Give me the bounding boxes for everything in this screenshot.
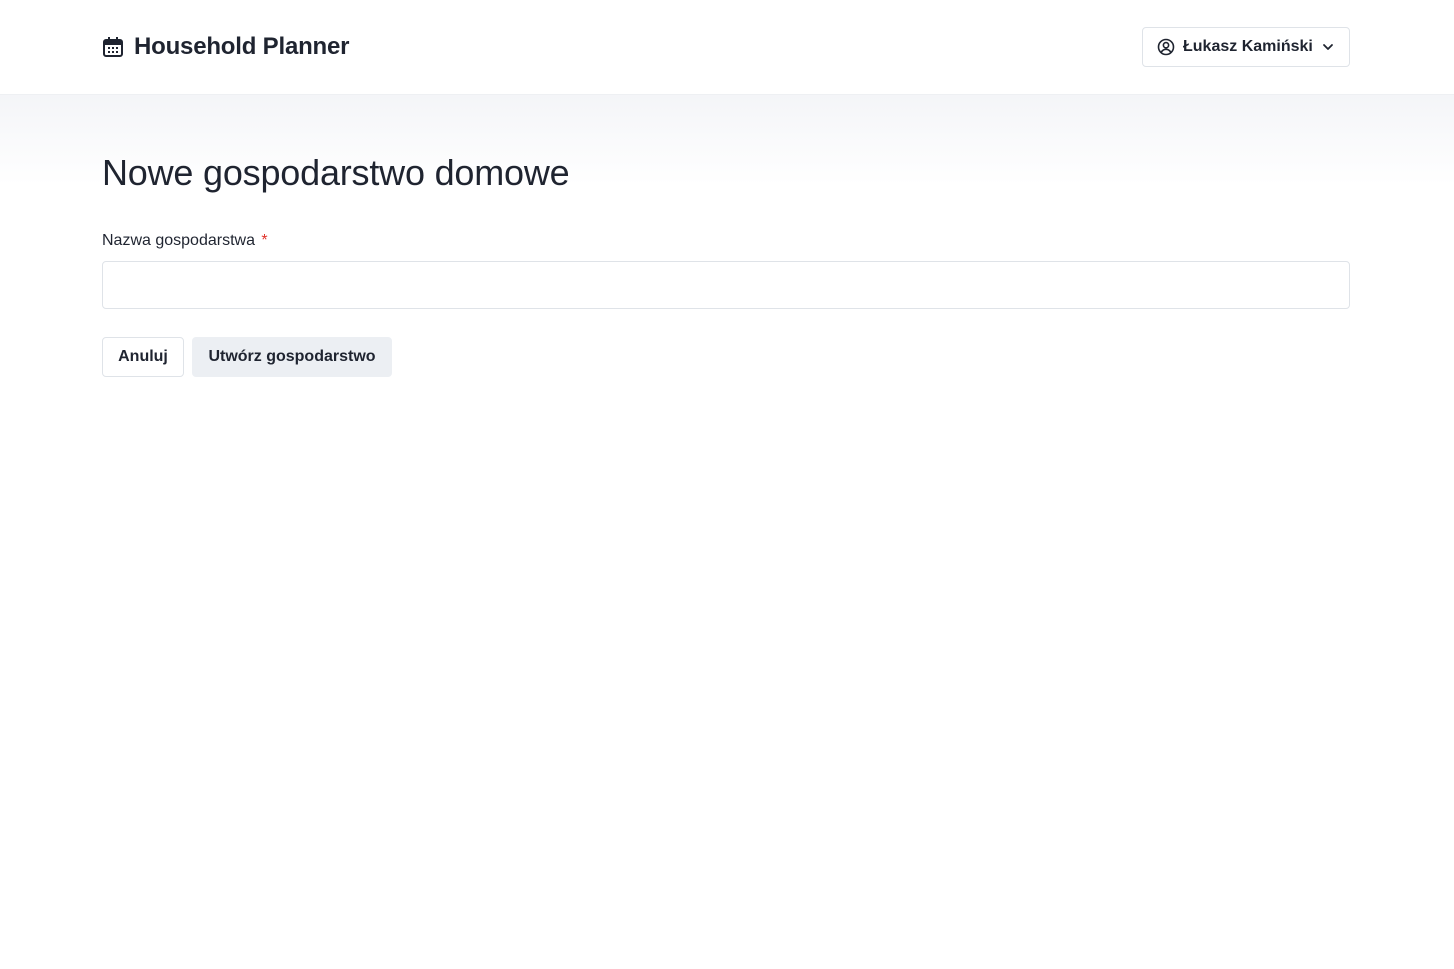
create-household-button[interactable]: Utwórz gospodarstwo	[192, 337, 392, 377]
main-content: Nowe gospodarstwo domowe Nazwa gospodars…	[0, 95, 1454, 969]
user-name: Łukasz Kamiński	[1183, 38, 1313, 55]
user-menu-button[interactable]: Łukasz Kamiński	[1142, 27, 1350, 67]
cancel-button[interactable]: Anuluj	[102, 337, 184, 377]
app-title: Household Planner	[134, 33, 350, 60]
page-title: Nowe gospodarstwo domowe	[102, 152, 570, 193]
calendar-icon	[102, 36, 124, 58]
required-mark: *	[261, 232, 268, 249]
household-name-input[interactable]	[102, 261, 1350, 309]
app-header: Household Planner Łukasz Kamiński	[0, 0, 1454, 95]
brand[interactable]: Household Planner	[102, 33, 349, 61]
household-name-label: Nazwa gospodarstwa *	[102, 232, 268, 250]
chevron-down-icon	[1321, 40, 1335, 54]
user-circle-icon	[1157, 38, 1175, 56]
household-name-label-text: Nazwa gospodarstwa	[102, 232, 255, 249]
